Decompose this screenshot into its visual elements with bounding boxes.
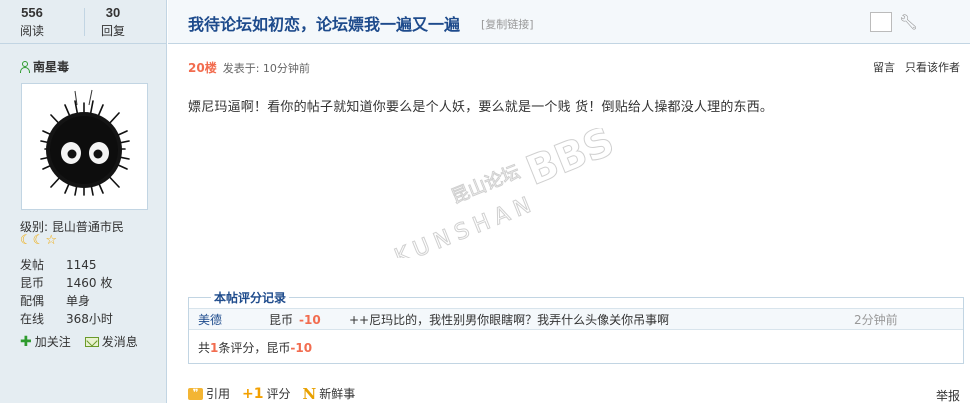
- mail-icon: [84, 336, 99, 347]
- follow-label: 加关注: [34, 335, 71, 349]
- replies-stat: 30 回复: [101, 5, 125, 39]
- author-info: 发帖 1145 昆币 1460 枚 配偶 单身 在线 368小时: [20, 256, 113, 328]
- replies-count: 30: [105, 5, 121, 20]
- rating-reason: ++尼玛比的，我性别男你眼瞎啊？我弄什么头像关你吊事啊: [349, 313, 670, 327]
- post-time: 发表于: 10分钟前: [222, 62, 310, 75]
- moon-icon: ☾: [32, 233, 45, 248]
- views-stat: 556 阅读: [20, 5, 44, 39]
- post-header-actions: 留言 只看该作者: [873, 59, 960, 75]
- info-row-posts: 发帖 1145: [20, 258, 97, 272]
- site-watermark: KUNSHAN 昆山论坛 BBS: [391, 128, 621, 258]
- rate-button[interactable]: +1 评分: [242, 385, 291, 402]
- select-checkbox[interactable]: [870, 12, 892, 32]
- info-row-spouse: 配偶 单身: [20, 294, 91, 308]
- avatar[interactable]: [21, 83, 148, 210]
- rating-log: 本帖评分记录 美德 昆币 -10 ++尼玛比的，我性别男你眼瞎啊？我弄什么头像关…: [188, 289, 964, 364]
- info-row-coins: 昆币 1460 枚: [20, 276, 113, 290]
- floor-number[interactable]: 20楼: [188, 59, 217, 76]
- plus-one-icon: +1: [242, 385, 264, 402]
- thread-stats: 556 阅读 30 回复: [0, 0, 167, 44]
- comment-link[interactable]: 留言: [873, 59, 895, 75]
- rating-category: 昆币: [269, 313, 294, 327]
- news-icon: N: [302, 384, 317, 403]
- rating-user[interactable]: 美德: [198, 309, 222, 331]
- stats-divider: [84, 8, 85, 36]
- svg-text:昆山论坛: 昆山论坛: [448, 162, 523, 208]
- thread-title-bar: 我待论坛如初恋，论坛嫖我一遍又一遍 [复制链接] 🔧︎: [168, 0, 970, 44]
- replies-label: 回复: [101, 24, 126, 38]
- author-name-row[interactable]: 南星毒: [20, 58, 69, 75]
- post-header: 20楼 发表于: 10分钟前: [188, 59, 310, 76]
- svg-text:BBS: BBS: [520, 128, 620, 195]
- rating-value: -10: [299, 313, 321, 327]
- user-online-icon: [20, 60, 30, 73]
- author-name[interactable]: 南星毒: [33, 58, 69, 75]
- views-count: 556: [21, 5, 43, 20]
- rank-badges: ☾ ☾ ☆: [20, 234, 57, 248]
- views-label: 阅读: [20, 24, 45, 38]
- message-label: 发消息: [101, 335, 138, 349]
- plus-icon: ✚: [20, 333, 32, 350]
- info-row-online: 在线 368小时: [20, 312, 113, 326]
- rating-entry: 美德 昆币 -10 ++尼玛比的，我性别男你眼瞎啊？我弄什么头像关你吊事啊 2分…: [189, 308, 963, 330]
- svg-text:KUNSHAN: KUNSHAN: [391, 191, 540, 258]
- author-sidebar: 556 阅读 30 回复 南星毒 级别: 昆山普通市民 ☾ ☾ ☆ 发帖 114…: [0, 0, 167, 403]
- thread-title[interactable]: 我待论坛如初恋，论坛嫖我一遍又一遍: [188, 11, 460, 35]
- news-button[interactable]: N 新鲜事: [303, 385, 356, 402]
- rating-summary: 共1条评分，昆币-10: [198, 341, 313, 355]
- rating-time: 2分钟前: [854, 313, 898, 327]
- follow-button[interactable]: ✚ 加关注: [20, 333, 71, 350]
- post-main: 我待论坛如初恋，论坛嫖我一遍又一遍 [复制链接] 🔧︎ 20楼 发表于: 10分…: [168, 0, 970, 403]
- report-button[interactable]: 举报: [936, 387, 960, 403]
- author-actions: ✚ 加关注 发消息: [20, 333, 138, 350]
- avatar-image: [25, 87, 144, 206]
- post-content: 嫖尼玛逼啊！看你的帖子就知道你要么是个人妖，要么就是一个贱 货！倒贴给人操都没人…: [188, 100, 774, 115]
- quote-button[interactable]: ❞ 引用: [188, 385, 230, 402]
- copy-link-button[interactable]: [复制链接]: [481, 16, 534, 32]
- rating-log-title: 本帖评分记录: [211, 289, 290, 306]
- star-icon: ☆: [45, 233, 57, 248]
- send-message-button[interactable]: 发消息: [84, 333, 138, 350]
- only-author-link[interactable]: 只看该作者: [905, 59, 960, 75]
- wrench-icon[interactable]: 🔧︎: [899, 13, 918, 31]
- quote-icon: ❞: [188, 387, 203, 400]
- moon-icon: ☾: [20, 233, 32, 248]
- post-footer-actions: ❞ 引用 +1 评分 N 新鲜事: [188, 385, 355, 402]
